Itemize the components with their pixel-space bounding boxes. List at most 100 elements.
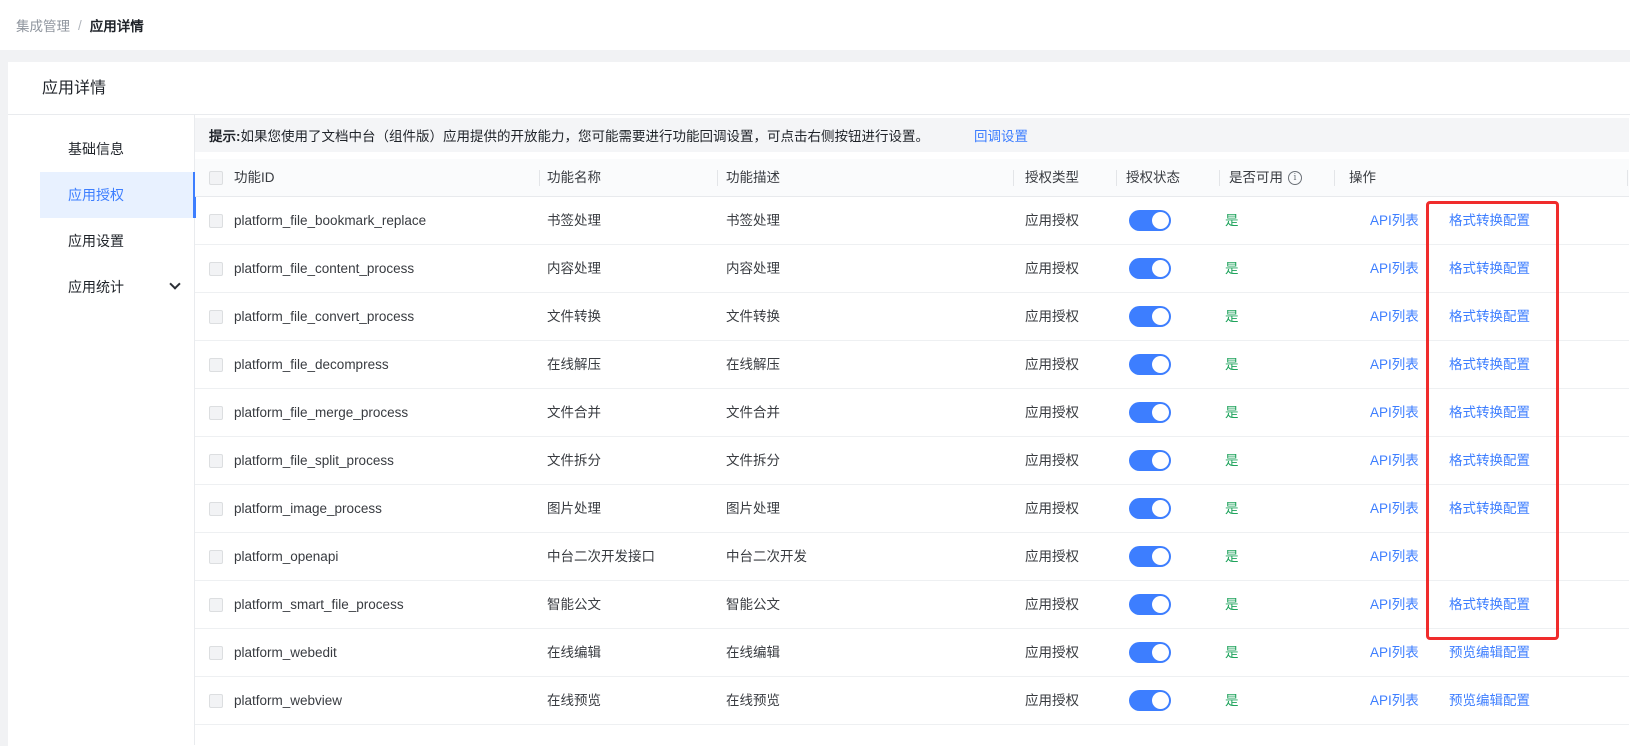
auth-type: 应用授权 — [1025, 629, 1079, 677]
auth-status-toggle[interactable] — [1129, 402, 1171, 423]
function-desc: 书签处理 — [726, 197, 780, 245]
function-name: 文件转换 — [547, 293, 601, 341]
function-name: 中台二次开发接口 — [547, 533, 655, 581]
api-list-link[interactable]: API列表 — [1370, 389, 1419, 437]
config-link[interactable]: 格式转换配置 — [1449, 581, 1530, 629]
api-list-link[interactable]: API列表 — [1370, 437, 1419, 485]
auth-status-toggle[interactable] — [1129, 450, 1171, 471]
auth-type: 应用授权 — [1025, 341, 1079, 389]
row-checkbox[interactable] — [209, 598, 223, 612]
auth-status-toggle[interactable] — [1129, 354, 1171, 375]
function-desc: 内容处理 — [726, 245, 780, 293]
config-link[interactable]: 预览编辑配置 — [1449, 677, 1530, 725]
function-id: platform_file_content_process — [234, 245, 414, 293]
callback-settings-link[interactable]: 回调设置 — [974, 125, 1028, 145]
function-name: 智能公文 — [547, 581, 601, 629]
row-checkbox[interactable] — [209, 502, 223, 516]
config-link[interactable]: 格式转换配置 — [1449, 389, 1530, 437]
api-list-link[interactable]: API列表 — [1370, 581, 1419, 629]
sidebar-item-label: 应用设置 — [68, 231, 124, 251]
function-id: platform_file_split_process — [234, 437, 394, 485]
config-link[interactable]: 预览编辑配置 — [1449, 629, 1530, 677]
chevron-down-icon — [169, 278, 180, 289]
table-header: 功能ID 功能名称 功能描述 授权类型 授权状态 是否可用 i 操作 — [195, 159, 1629, 197]
column-separator — [1013, 170, 1014, 186]
auth-type: 应用授权 — [1025, 485, 1079, 533]
authorization-panel: 提示:如果您使用了文档中台（组件版）应用提供的开放能力，您可能需要进行功能回调设… — [195, 115, 1630, 745]
sidebar-item-basic-info[interactable]: 基础信息 — [40, 126, 195, 172]
config-link[interactable]: 格式转换配置 — [1449, 485, 1530, 533]
auth-status-toggle[interactable] — [1129, 498, 1171, 519]
row-checkbox[interactable] — [209, 310, 223, 324]
row-checkbox[interactable] — [209, 358, 223, 372]
breadcrumb-parent[interactable]: 集成管理 — [16, 15, 70, 35]
auth-status-toggle[interactable] — [1129, 306, 1171, 327]
auth-status-toggle[interactable] — [1129, 210, 1171, 231]
sidebar-item-app-statistics[interactable]: 应用统计 — [40, 264, 195, 310]
api-list-link[interactable]: API列表 — [1370, 629, 1419, 677]
table-row: platform_file_split_process 文件拆分 文件拆分 应用… — [195, 437, 1629, 485]
function-name: 在线预览 — [547, 677, 601, 725]
available-value: 是 — [1225, 389, 1239, 437]
config-link[interactable]: 格式转换配置 — [1449, 341, 1530, 389]
api-list-link[interactable]: API列表 — [1370, 245, 1419, 293]
function-name: 内容处理 — [547, 245, 601, 293]
row-checkbox[interactable] — [209, 406, 223, 420]
available-value: 是 — [1225, 629, 1239, 677]
table-body: platform_file_bookmark_replace 书签处理 书签处理… — [195, 197, 1629, 725]
function-id: platform_openapi — [234, 533, 338, 581]
api-list-link[interactable]: API列表 — [1370, 293, 1419, 341]
table-row: platform_openapi 中台二次开发接口 中台二次开发 应用授权 是 … — [195, 533, 1629, 581]
auth-status-toggle[interactable] — [1129, 594, 1171, 615]
auth-status-toggle[interactable] — [1129, 642, 1171, 663]
auth-type: 应用授权 — [1025, 437, 1079, 485]
config-link[interactable]: 格式转换配置 — [1449, 437, 1530, 485]
toggle-knob — [1152, 404, 1169, 421]
column-header-function-id: 功能ID — [234, 159, 275, 197]
function-name: 文件拆分 — [547, 437, 601, 485]
row-checkbox[interactable] — [209, 550, 223, 564]
available-value: 是 — [1225, 197, 1239, 245]
sidebar-item-app-settings[interactable]: 应用设置 — [40, 218, 195, 264]
row-checkbox[interactable] — [209, 694, 223, 708]
function-name: 在线解压 — [547, 341, 601, 389]
table-row: platform_image_process 图片处理 图片处理 应用授权 是 … — [195, 485, 1629, 533]
column-header-auth-status: 授权状态 — [1126, 159, 1180, 197]
config-link[interactable]: 格式转换配置 — [1449, 197, 1530, 245]
api-list-link[interactable]: API列表 — [1370, 197, 1419, 245]
column-header-available-label: 是否可用 — [1229, 159, 1283, 197]
auth-type: 应用授权 — [1025, 293, 1079, 341]
row-checkbox[interactable] — [209, 454, 223, 468]
available-value: 是 — [1225, 677, 1239, 725]
api-list-link[interactable]: API列表 — [1370, 677, 1419, 725]
table-row: platform_file_merge_process 文件合并 文件合并 应用… — [195, 389, 1629, 437]
api-list-link[interactable]: API列表 — [1370, 533, 1419, 581]
function-id: platform_smart_file_process — [234, 581, 404, 629]
config-link[interactable]: 格式转换配置 — [1449, 293, 1530, 341]
function-desc: 文件转换 — [726, 293, 780, 341]
function-id: platform_webedit — [234, 629, 337, 677]
table-row: platform_webview 在线预览 在线预览 应用授权 是 API列表 … — [195, 677, 1629, 725]
select-all-checkbox[interactable] — [209, 171, 223, 185]
row-checkbox[interactable] — [209, 214, 223, 228]
info-icon[interactable]: i — [1288, 171, 1302, 185]
auth-status-toggle[interactable] — [1129, 690, 1171, 711]
sidebar-item-label: 应用统计 — [68, 277, 124, 297]
api-list-link[interactable]: API列表 — [1370, 485, 1419, 533]
function-desc: 文件拆分 — [726, 437, 780, 485]
auth-status-toggle[interactable] — [1129, 258, 1171, 279]
row-checkbox[interactable] — [209, 646, 223, 660]
api-list-link[interactable]: API列表 — [1370, 341, 1419, 389]
column-header-function-desc: 功能描述 — [726, 159, 780, 197]
toggle-knob — [1152, 212, 1169, 229]
toggle-knob — [1152, 308, 1169, 325]
row-checkbox[interactable] — [209, 262, 223, 276]
config-link[interactable]: 格式转换配置 — [1449, 245, 1530, 293]
function-id: platform_image_process — [234, 485, 382, 533]
function-id: platform_webview — [234, 677, 342, 725]
available-value: 是 — [1225, 437, 1239, 485]
toggle-knob — [1152, 548, 1169, 565]
auth-status-toggle[interactable] — [1129, 546, 1171, 567]
sidebar-item-app-authorization[interactable]: 应用授权 — [40, 172, 195, 218]
table-row: platform_file_convert_process 文件转换 文件转换 … — [195, 293, 1629, 341]
